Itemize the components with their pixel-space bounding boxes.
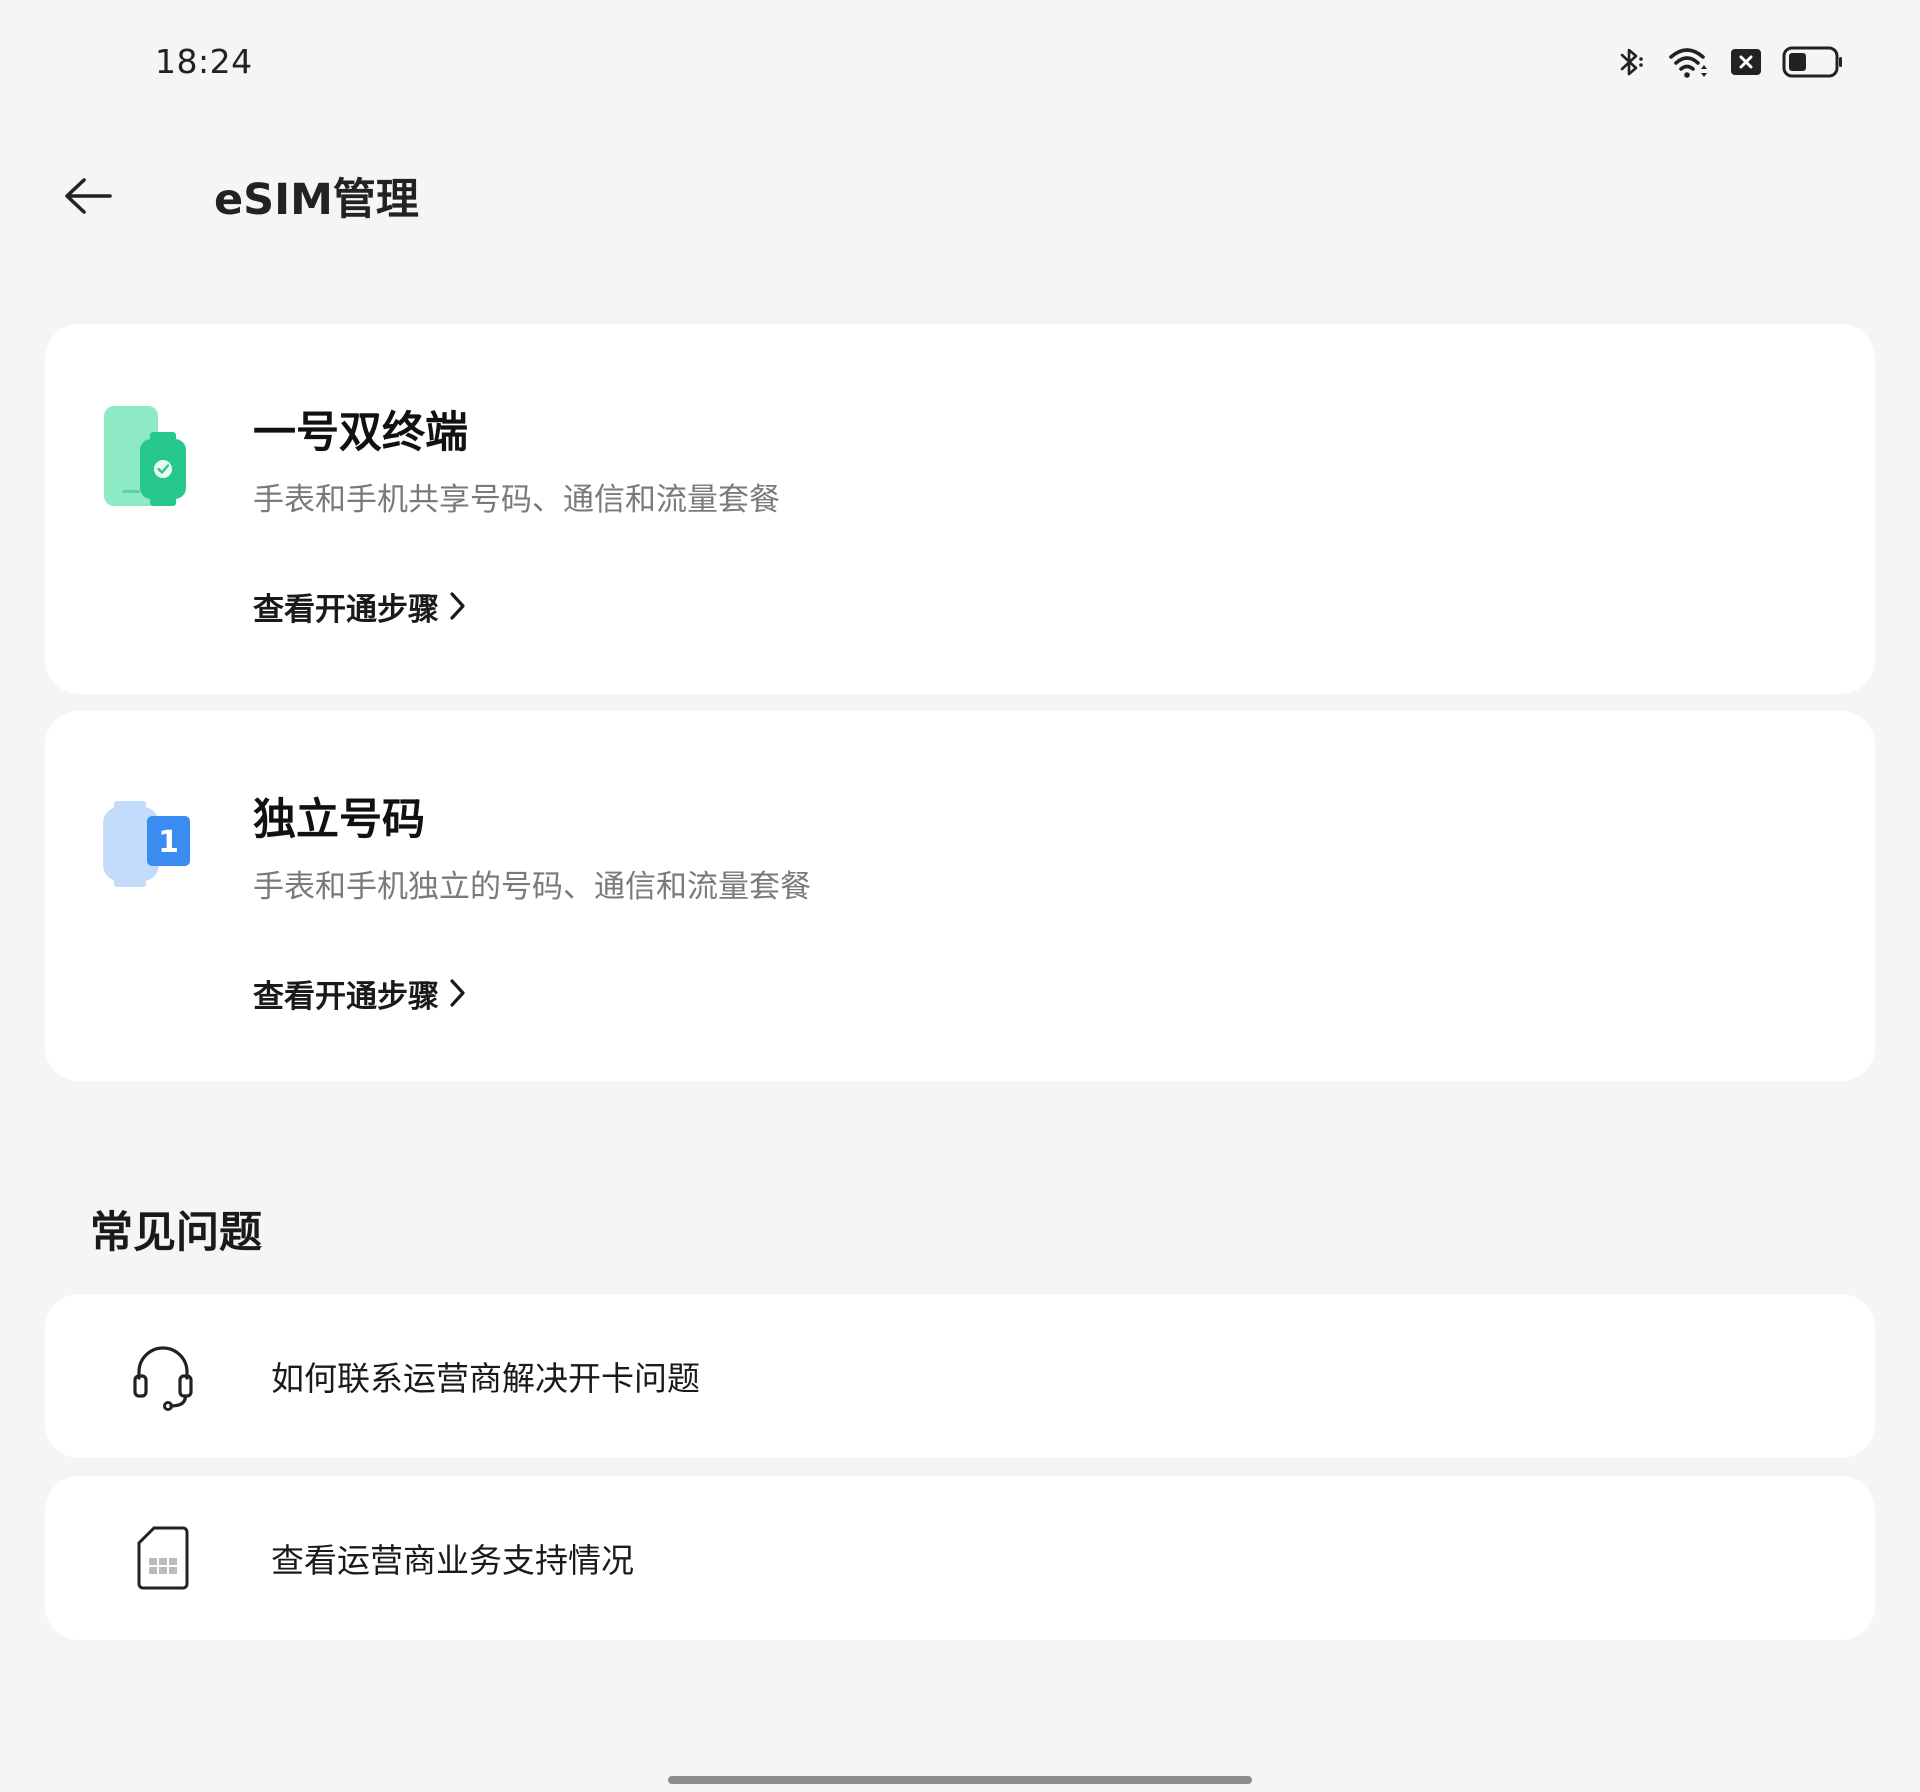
faq-carrier-support[interactable]: 查看运营商业务支持情况: [45, 1476, 1875, 1640]
wifi-icon: [1668, 45, 1710, 79]
view-activation-steps-link[interactable]: 查看开通步骤: [253, 582, 469, 630]
sim-card-icon: [127, 1522, 199, 1594]
page-title: eSIM管理: [214, 175, 419, 225]
card-title: 独立号码: [253, 795, 425, 845]
card-description: 手表和手机共享号码、通信和流量套餐: [253, 482, 780, 518]
faq-contact-carrier[interactable]: 如何联系运营商解决开卡问题: [45, 1294, 1875, 1458]
phone-watch-shared-icon: [100, 402, 200, 512]
esim-management-screen: 18:24 eSIM管理 一号双终端 手表和手机共享号码、通信和流量套餐 查看开…: [0, 0, 1920, 1792]
link-label: 查看开通步骤: [253, 978, 439, 1015]
headset-icon: [127, 1340, 199, 1412]
link-label: 查看开通步骤: [253, 591, 439, 628]
chevron-right-icon: [450, 979, 465, 1007]
home-indicator[interactable]: [668, 1776, 1252, 1784]
watch-independent-number-icon: 1: [100, 789, 200, 899]
bluetooth-icon: [1614, 45, 1648, 79]
status-time: 18:24: [155, 42, 253, 81]
badge-number: 1: [158, 825, 179, 860]
card-description: 手表和手机独立的号码、通信和流量套餐: [253, 869, 811, 905]
card-shared-number[interactable]: 一号双终端 手表和手机共享号码、通信和流量套餐 查看开通步骤: [45, 324, 1875, 694]
card-title: 一号双终端: [253, 408, 468, 458]
status-icons: [1614, 42, 1844, 82]
chevron-right-icon: [450, 592, 465, 620]
faq-section-title: 常见问题: [90, 1208, 262, 1258]
back-button[interactable]: [56, 160, 120, 232]
arrow-left-icon: [65, 178, 112, 214]
battery-icon: [1782, 46, 1844, 78]
view-activation-steps-link[interactable]: 查看开通步骤: [253, 969, 469, 1017]
faq-label: 如何联系运营商解决开卡问题: [271, 1359, 700, 1398]
app-header: eSIM管理: [56, 160, 419, 232]
no-sim-icon: [1730, 47, 1762, 77]
faq-label: 查看运营商业务支持情况: [271, 1541, 634, 1580]
card-independent-number[interactable]: 1 独立号码 手表和手机独立的号码、通信和流量套餐 查看开通步骤: [45, 711, 1875, 1081]
